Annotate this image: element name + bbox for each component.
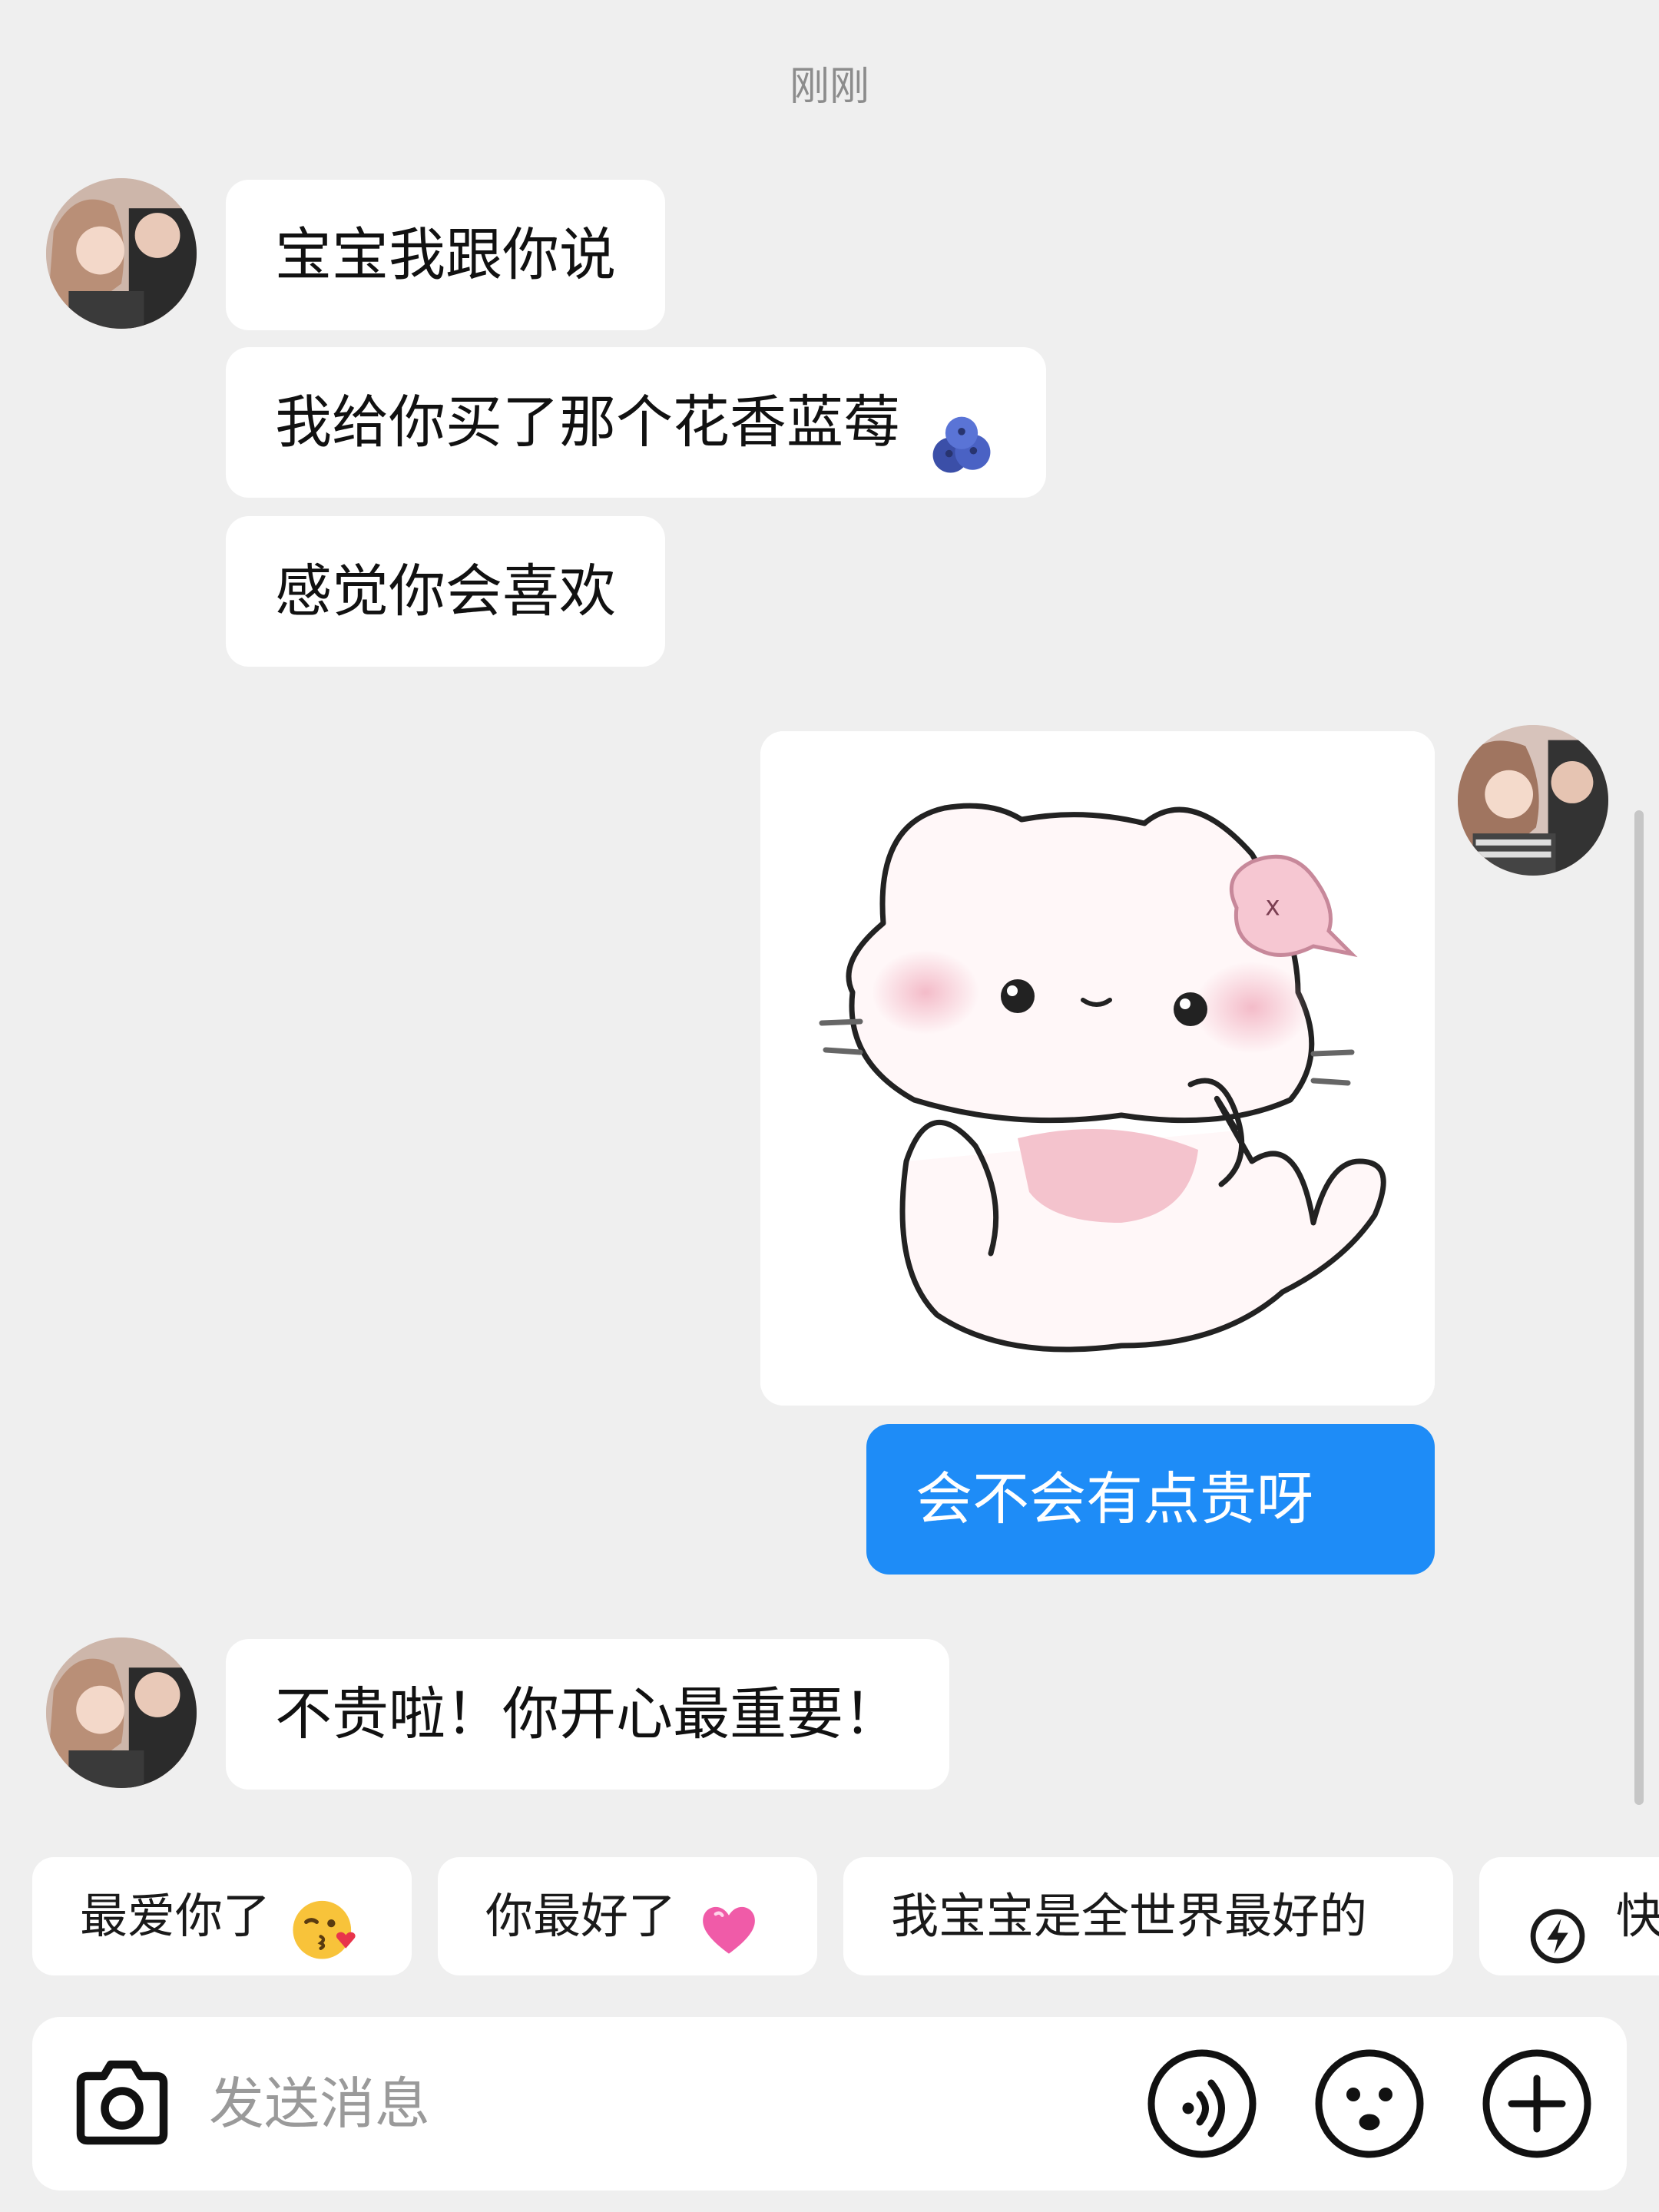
- cat-sticker[interactable]: ᕽ: [760, 731, 1435, 1406]
- chat-scrollbar[interactable]: [1634, 810, 1644, 1805]
- message-bubble[interactable]: 我给你买了那个花香蓝莓: [226, 347, 1046, 498]
- message-input-bar: 发送消息: [32, 2017, 1627, 2190]
- plus-icon[interactable]: [1479, 2046, 1594, 2161]
- emoji-icon[interactable]: [1312, 2046, 1427, 2161]
- quick-reply-chip[interactable]: 最爱你了: [32, 1857, 412, 1975]
- message-bubble-mine[interactable]: 会不会有点贵呀: [866, 1424, 1435, 1575]
- message-timestamp: 刚刚: [789, 64, 869, 110]
- quick-reply-label: 我宝宝是全世界最好的: [891, 1888, 1368, 1944]
- kissing-face-emoji-icon: [290, 1886, 356, 1959]
- quick-reply-label: 快: [1615, 1888, 1659, 1944]
- sparkling-heart-emoji-icon: [696, 1886, 762, 1954]
- message-bubble[interactable]: 感觉你会喜欢: [226, 516, 665, 667]
- message-bubble[interactable]: 宝宝我跟你说: [226, 180, 665, 330]
- quick-reply-chip[interactable]: 快: [1479, 1857, 1659, 1975]
- message-text: 我给你买了那个花香蓝莓: [275, 389, 900, 455]
- quick-reply-label: 你最好了: [485, 1888, 677, 1944]
- quick-reply-chip[interactable]: 你最好了: [438, 1857, 817, 1975]
- contact-avatar[interactable]: [46, 1637, 197, 1788]
- contact-avatar[interactable]: [46, 178, 197, 329]
- message-input[interactable]: 发送消息: [209, 2017, 430, 2190]
- quick-reply-chip[interactable]: 我宝宝是全世界最好的: [843, 1857, 1453, 1975]
- blueberry-emoji-icon: [925, 389, 998, 474]
- voice-icon[interactable]: [1144, 2046, 1260, 2161]
- svg-text:ᕽ: ᕽ: [1263, 893, 1281, 936]
- quick-reply-label: 最爱你了: [80, 1888, 271, 1944]
- my-avatar[interactable]: [1458, 725, 1608, 876]
- lightning-icon: [1528, 1890, 1587, 1964]
- message-bubble[interactable]: 不贵啦！你开心最重要！: [226, 1639, 949, 1790]
- camera-icon[interactable]: [65, 2046, 180, 2161]
